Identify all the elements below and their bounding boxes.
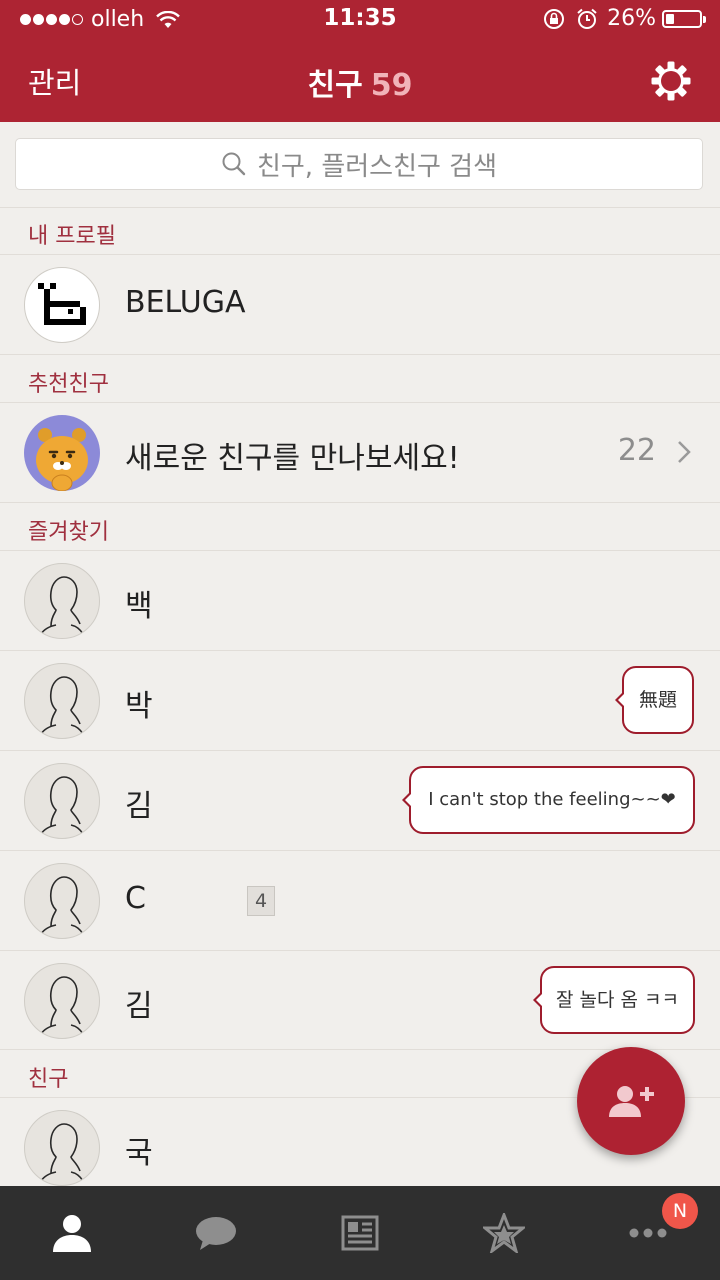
friend-name: C — [125, 881, 146, 916]
beluga-avatar-icon — [38, 283, 86, 325]
avatar — [24, 267, 100, 343]
ryan-character-icon — [36, 428, 88, 491]
friend-name: 박 — [125, 689, 153, 724]
friend-name: 국 — [125, 1136, 153, 1171]
recommended-count: 22 — [617, 433, 656, 468]
chevron-right-icon — [678, 441, 691, 463]
status-message-bubble: 無題 — [615, 666, 694, 734]
my-profile-name: BELUGA — [125, 285, 246, 320]
search-input[interactable]: 친구, 플러스친구 검색 — [15, 138, 703, 190]
page-title: 친구 59 — [0, 60, 720, 104]
new-badge: N — [662, 1193, 698, 1229]
alarm-icon — [577, 8, 597, 29]
tab-chats[interactable] — [144, 1186, 288, 1280]
member-count-badge: 4 — [247, 886, 275, 916]
battery-icon — [662, 9, 706, 28]
title-text: 친구 — [307, 68, 363, 103]
default-avatar — [24, 663, 100, 739]
list-item[interactable]: 김 I can't stop the feeling~~❤ — [0, 751, 720, 850]
list-item[interactable]: C 4 — [0, 851, 720, 950]
header: olleh 11:35 26% 관리 친구 59 — [0, 0, 720, 122]
tab-favorites[interactable] — [432, 1186, 576, 1280]
friend-name: 김 — [125, 789, 153, 824]
tab-news[interactable] — [288, 1186, 432, 1280]
list-item[interactable]: 백 — [0, 551, 720, 650]
person-silhouette-icon — [40, 576, 84, 635]
search-placeholder: 친구, 플러스친구 검색 — [256, 151, 498, 182]
add-friend-button[interactable] — [577, 1047, 685, 1155]
add-friend-icon — [609, 1086, 654, 1117]
rotation-lock-icon — [544, 8, 565, 29]
person-silhouette-icon — [40, 876, 84, 935]
default-avatar — [24, 1110, 100, 1186]
section-friends: 친구 — [28, 1067, 69, 1092]
status-bar: olleh 11:35 26% — [0, 0, 720, 40]
gear-icon — [651, 61, 691, 101]
star-icon — [483, 1213, 525, 1253]
default-avatar — [24, 863, 100, 939]
default-avatar — [24, 963, 100, 1039]
section-my-profile: 내 프로필 — [28, 224, 116, 249]
section-favorites: 즐겨찾기 — [28, 520, 109, 545]
search-icon — [222, 152, 246, 176]
status-message-bubble: I can't stop the feeling~~❤ — [402, 766, 695, 834]
person-silhouette-icon — [40, 1123, 84, 1182]
settings-button[interactable] — [650, 60, 692, 106]
more-icon — [629, 1228, 667, 1238]
person-silhouette-icon — [40, 976, 84, 1035]
default-avatar — [24, 563, 100, 639]
list-item[interactable]: 박 無題 — [0, 651, 720, 750]
my-profile-row[interactable]: BELUGA — [0, 255, 720, 354]
tab-more[interactable] — [576, 1186, 720, 1280]
person-silhouette-icon — [40, 776, 84, 835]
status-message-bubble: 잘 놀다 옴 ㅋㅋ — [533, 966, 695, 1034]
recommended-text: 새로운 친구를 만나보세요! — [125, 441, 460, 476]
default-avatar — [24, 763, 100, 839]
section-recommended: 추천친구 — [28, 372, 109, 397]
battery-percent: 26% — [607, 6, 656, 31]
tab-bar — [0, 1186, 720, 1280]
friend-name: 백 — [125, 589, 153, 624]
chat-icon — [196, 1217, 236, 1250]
person-silhouette-icon — [40, 676, 84, 735]
friends-icon — [53, 1215, 91, 1252]
friend-name: 김 — [125, 989, 153, 1024]
tab-friends[interactable] — [0, 1186, 144, 1280]
friend-count: 59 — [370, 68, 413, 103]
list-item[interactable]: 김 잘 놀다 옴 ㅋㅋ — [0, 951, 720, 1050]
recommended-friends-row[interactable]: 새로운 친구를 만나보세요! 22 — [0, 403, 720, 502]
ryan-avatar — [24, 415, 100, 491]
news-icon — [341, 1215, 379, 1251]
